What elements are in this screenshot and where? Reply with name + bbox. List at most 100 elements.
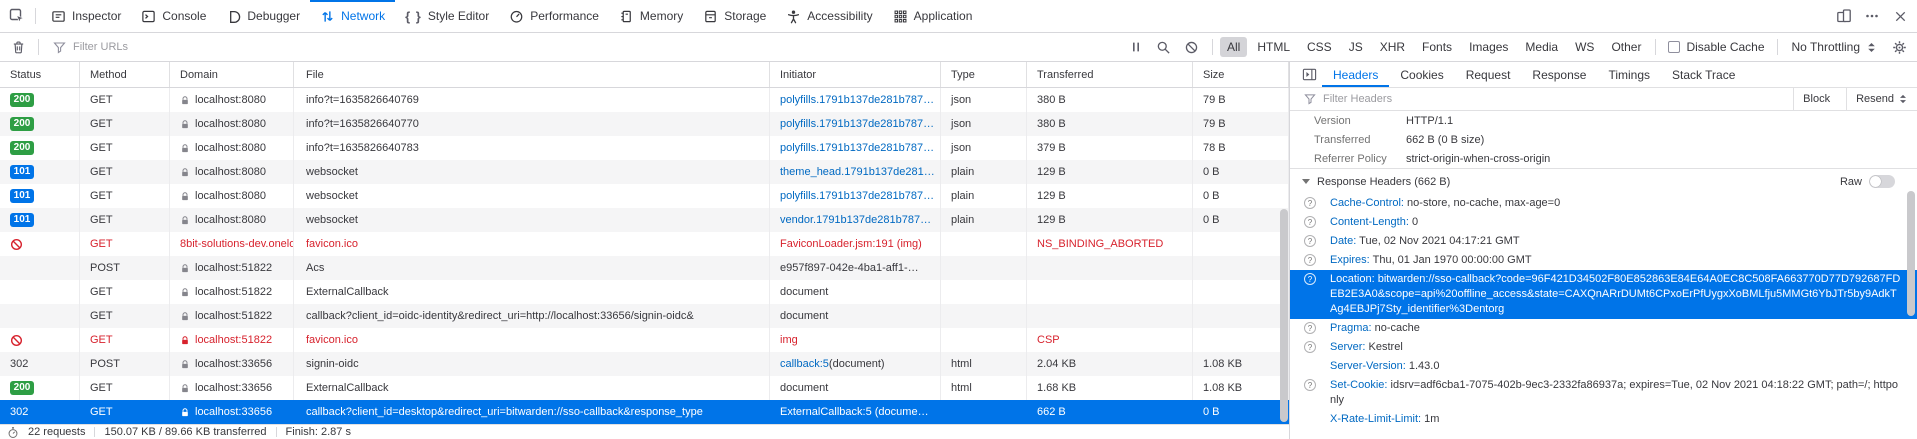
toolbox-meatball-menu-button[interactable] (1859, 0, 1885, 32)
initiator-link[interactable]: polyfills.1791b137de281b787… (780, 118, 934, 130)
responsive-design-mode-button[interactable] (1831, 0, 1857, 32)
column-header-size[interactable]: Size (1193, 62, 1289, 87)
network-settings-gear-button[interactable] (1886, 35, 1912, 59)
column-header-method[interactable]: Method (80, 62, 170, 87)
tab-memory[interactable]: Memory (609, 0, 693, 32)
header-help-icon[interactable]: ? (1304, 235, 1316, 247)
table-row[interactable]: 200GETlocalhost:8080info?t=1635826640783… (0, 136, 1289, 160)
cell-transferred: 379 B (1027, 136, 1193, 160)
column-header-domain[interactable]: Domain (170, 62, 294, 87)
request-blocking-button[interactable] (1179, 35, 1205, 59)
response-header-row[interactable]: ?Cache-Control: no-store, no-cache, max-… (1290, 194, 1917, 213)
tab-network[interactable]: Network (310, 0, 395, 32)
type-filter-css[interactable]: CSS (1300, 37, 1339, 57)
clear-requests-button[interactable] (5, 35, 31, 59)
tab-performance[interactable]: Performance (499, 0, 609, 32)
initiator-link[interactable]: callback:5 (780, 358, 829, 370)
type-filter-js[interactable]: JS (1342, 37, 1370, 57)
table-row[interactable]: 200GETlocalhost:33656ExternalCallbackdoc… (0, 376, 1289, 400)
type-filter-images[interactable]: Images (1462, 37, 1515, 57)
table-row[interactable]: POSTlocalhost:51822Acse957f897-042e-4ba1… (0, 256, 1289, 280)
node-picker-button[interactable] (4, 0, 30, 32)
details-tab-request[interactable]: Request (1455, 62, 1522, 87)
table-row[interactable]: 200GETlocalhost:8080info?t=1635826640770… (0, 112, 1289, 136)
details-tab-headers[interactable]: Headers (1322, 62, 1389, 87)
header-help-icon[interactable]: ? (1304, 216, 1316, 228)
response-headers-section-toggle[interactable]: Response Headers (662 B) Raw (1290, 168, 1917, 194)
type-filter-other[interactable]: Other (1604, 37, 1648, 57)
table-row[interactable]: GETlocalhost:51822callback?client_id=oid… (0, 304, 1289, 328)
column-header-status[interactable]: Status (0, 62, 80, 87)
response-header-row[interactable]: ?Date: Tue, 02 Nov 2021 04:17:21 GMT (1290, 232, 1917, 251)
cell-transferred: 2.04 KB (1027, 352, 1193, 376)
filter-headers-placeholder[interactable]: Filter Headers (1323, 93, 1392, 105)
header-help-icon[interactable]: ? (1304, 273, 1316, 285)
pause-traffic-button[interactable] (1123, 35, 1149, 59)
resend-button[interactable]: Resend (1846, 88, 1917, 110)
cell-domain: localhost:8080 (170, 184, 294, 208)
initiator-link[interactable]: polyfills.1791b137de281b787… (780, 94, 934, 106)
initiator-link[interactable]: polyfills.1791b137de281b787… (780, 190, 934, 202)
response-header-row[interactable]: X-Rate-Limit-Limit: 1m (1290, 410, 1917, 429)
initiator-link[interactable]: polyfills.1791b137de281b787… (780, 142, 934, 154)
header-help-icon[interactable]: ? (1304, 254, 1316, 266)
table-row[interactable]: 101GETlocalhost:8080websocketpolyfills.1… (0, 184, 1289, 208)
header-help-icon[interactable]: ? (1304, 341, 1316, 353)
table-row[interactable]: GETlocalhost:51822ExternalCallbackdocume… (0, 280, 1289, 304)
tab-console[interactable]: Console (131, 0, 216, 32)
cell-size: 0 B (1193, 184, 1289, 208)
request-count[interactable]: 22 requests (28, 426, 85, 438)
close-devtools-button[interactable] (1887, 0, 1913, 32)
table-row[interactable]: 302GETlocalhost:33656callback?client_id=… (0, 400, 1289, 424)
type-filter-html[interactable]: HTML (1250, 37, 1297, 57)
table-row[interactable]: GET8bit-solutions-dev.onelogin…favicon.i… (0, 232, 1289, 256)
split-panel-toggle-button[interactable] (1296, 62, 1322, 87)
response-header-row[interactable]: ?Expires: Thu, 01 Jan 1970 00:00:00 GMT (1290, 251, 1917, 270)
raw-headers-toggle[interactable] (1869, 175, 1895, 188)
initiator-link[interactable]: vendor.1791b137de281b787… (780, 214, 931, 226)
header-help-icon[interactable]: ? (1304, 197, 1316, 209)
tab-debugger[interactable]: Debugger (216, 0, 310, 32)
type-filter-all[interactable]: All (1220, 37, 1247, 57)
throttling-select[interactable]: No Throttling (1785, 40, 1884, 54)
table-row[interactable]: 200GETlocalhost:8080info?t=1635826640769… (0, 88, 1289, 112)
column-header-file[interactable]: File (294, 62, 770, 87)
header-help-icon[interactable]: ? (1304, 322, 1316, 334)
type-filter-ws[interactable]: WS (1568, 37, 1601, 57)
type-filter-xhr[interactable]: XHR (1373, 37, 1412, 57)
tab-application[interactable]: Application (883, 0, 983, 32)
tab-style-editor[interactable]: { } Style Editor (395, 0, 499, 32)
block-url-button[interactable]: Block (1793, 88, 1839, 110)
response-header-row[interactable]: ?Pragma: no-cache (1290, 319, 1917, 338)
column-header-transferred[interactable]: Transferred (1027, 62, 1193, 87)
search-button[interactable] (1151, 35, 1177, 59)
initiator-link[interactable]: theme_head.1791b137de281… (780, 166, 935, 178)
table-row[interactable]: 101GETlocalhost:8080websocketvendor.1791… (0, 208, 1289, 232)
table-row[interactable]: GETlocalhost:51822favicon.icoimgCSP (0, 328, 1289, 352)
column-header-type[interactable]: Type (941, 62, 1027, 87)
type-filter-media[interactable]: Media (1518, 37, 1565, 57)
tab-storage[interactable]: Storage (693, 0, 776, 32)
response-header-row[interactable]: ?Content-Length: 0 (1290, 213, 1917, 232)
details-scrollbar[interactable] (1907, 191, 1915, 316)
response-header-row[interactable]: ?Server: Kestrel (1290, 338, 1917, 357)
response-header-row[interactable]: ?Set-Cookie: idsrv=adf6cba1-7075-402b-9e… (1290, 376, 1917, 410)
details-tab-response[interactable]: Response (1521, 62, 1597, 87)
type-filter-fonts[interactable]: Fonts (1415, 37, 1459, 57)
table-row[interactable]: 101GETlocalhost:8080websockettheme_head.… (0, 160, 1289, 184)
tab-accessibility[interactable]: Accessibility (776, 0, 882, 32)
header-help-icon[interactable]: ? (1304, 379, 1316, 391)
details-tab-cookies[interactable]: Cookies (1389, 62, 1454, 87)
disable-cache-checkbox[interactable]: Disable Cache (1663, 40, 1769, 54)
request-list-scrollbar[interactable] (1280, 209, 1288, 422)
response-header-row[interactable]: ?Location: bitwarden://sso-callback?code… (1290, 270, 1917, 319)
filter-urls-input[interactable]: Filter URLs (46, 33, 1121, 61)
response-headers-list: ?Cache-Control: no-store, no-cache, max-… (1290, 194, 1917, 429)
details-tab-timings[interactable]: Timings (1597, 62, 1661, 87)
details-tab-stack-trace[interactable]: Stack Trace (1661, 62, 1746, 87)
cell-method: GET (80, 328, 170, 352)
table-row[interactable]: 302POSTlocalhost:33656signin-oidccallbac… (0, 352, 1289, 376)
tab-inspector[interactable]: Inspector (41, 0, 131, 32)
column-header-initiator[interactable]: Initiator (770, 62, 941, 87)
response-header-row[interactable]: Server-Version: 1.43.0 (1290, 357, 1917, 376)
